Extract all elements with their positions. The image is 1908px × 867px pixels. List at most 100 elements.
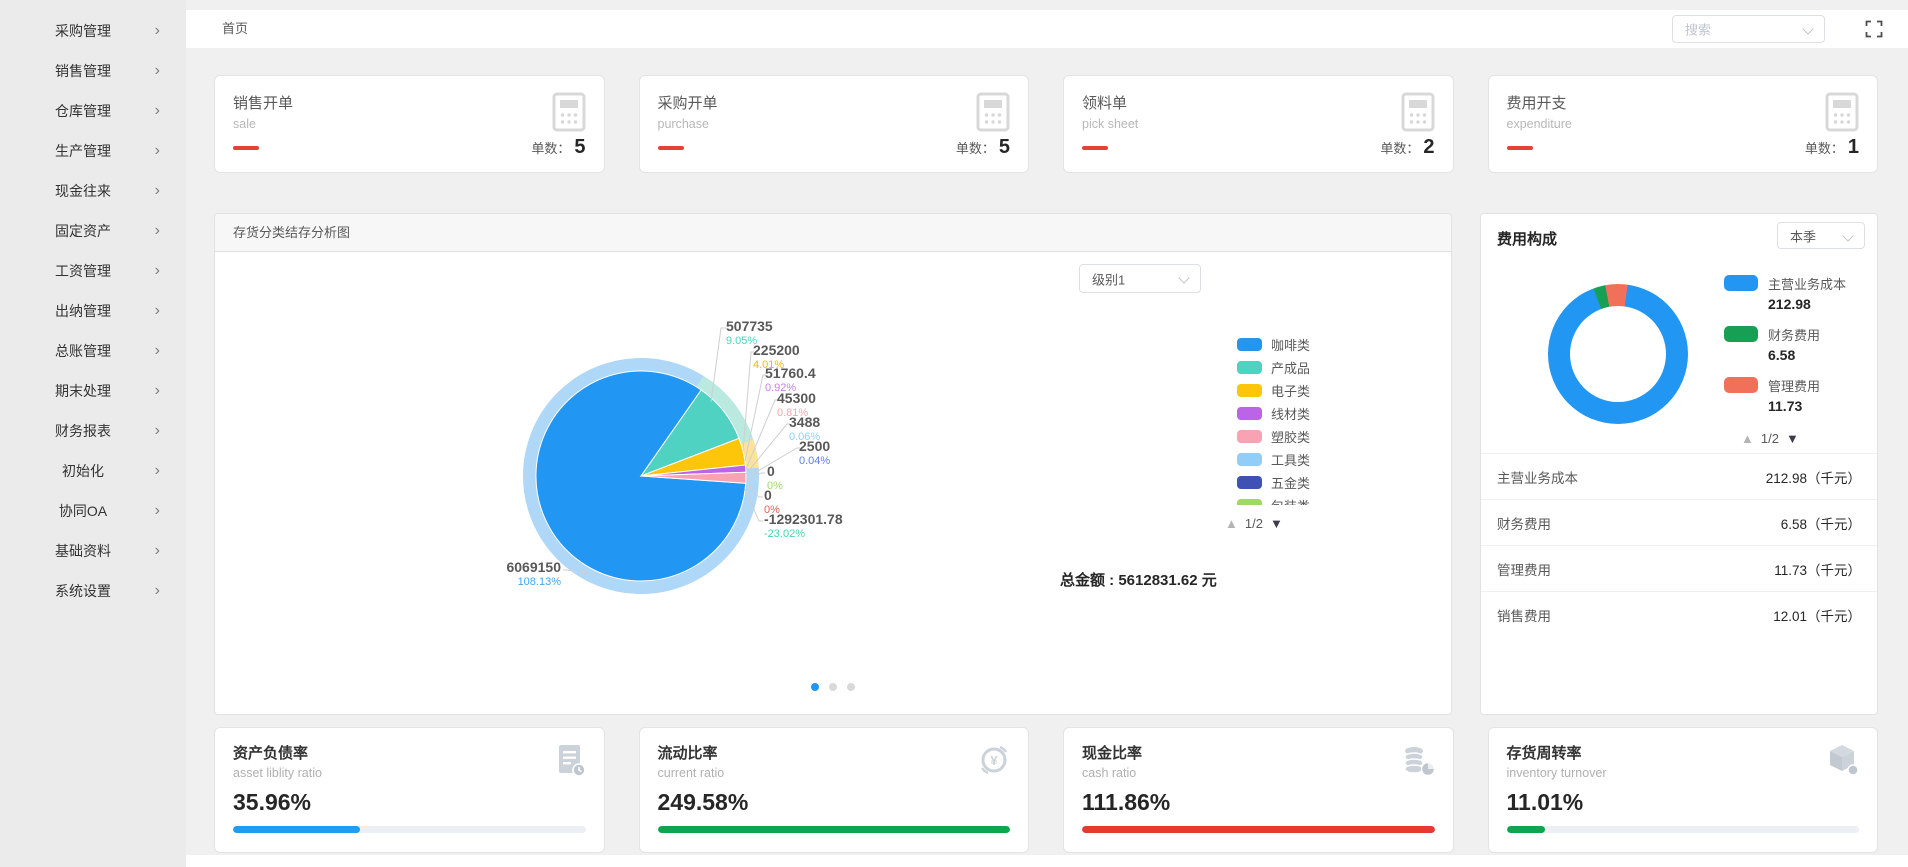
sidebar-item-sales-mgmt[interactable]: 销售管理› — [0, 51, 186, 91]
doc-count: 5 — [574, 136, 585, 159]
panel-title: 费用构成 — [1497, 228, 1557, 249]
legend-item-electronics[interactable]: 电子类 — [1237, 379, 1310, 402]
legend-pager: ▲ 1/2 ▼ — [1225, 516, 1283, 531]
period-select[interactable]: 本季 — [1777, 222, 1865, 249]
sidebar: 采购管理› 销售管理› 仓库管理› 生产管理› 现金往来› 固定资产› 工资管理… — [0, 0, 186, 867]
chevron-right-icon: › — [155, 103, 160, 119]
calculator-icon — [552, 92, 586, 137]
tab-home[interactable]: 首页 — [222, 10, 248, 48]
carousel-dot-active[interactable] — [811, 683, 819, 691]
stat-card-sale[interactable]: 销售开单 sale 单数：5 — [214, 75, 605, 173]
stat-card-expenditure[interactable]: 费用开支 expenditure 单数：1 — [1488, 75, 1879, 173]
accent-dash — [1507, 146, 1533, 150]
page-down-icon[interactable]: ▼ — [1786, 432, 1799, 445]
expense-row-sales[interactable]: 销售费用 12.01（千元） — [1481, 591, 1877, 637]
chevron-right-icon: › — [155, 463, 160, 479]
sidebar-item-purchase-mgmt[interactable]: 采购管理› — [0, 11, 186, 51]
search-placeholder: 搜索 — [1685, 20, 1711, 39]
legend-item-plastic[interactable]: 塑胶类 — [1237, 425, 1310, 448]
search-select[interactable]: 搜索 — [1672, 15, 1825, 43]
sidebar-item-cashier-mgmt[interactable]: 出纳管理› — [0, 291, 186, 331]
chevron-right-icon: › — [155, 223, 160, 239]
doc-count: 5 — [999, 136, 1010, 159]
pie-callout: 6069150108.13% — [473, 559, 561, 589]
donut-legend: 主营业务成本 212.98 财务费用 6.58 管理费用 11.73 — [1724, 274, 1846, 427]
chevron-down-icon — [1802, 23, 1813, 34]
legend-item-main-cost[interactable]: 主营业务成本 212.98 — [1724, 274, 1846, 312]
sidebar-item-fixed-assets[interactable]: 固定资产› — [0, 211, 186, 251]
page-up-icon[interactable]: ▲ — [1741, 432, 1754, 445]
report-document-icon — [552, 742, 588, 783]
chevron-right-icon: › — [155, 183, 160, 199]
chevron-right-icon: › — [155, 423, 160, 439]
legend-swatch — [1237, 338, 1262, 351]
chevron-right-icon: › — [155, 383, 160, 399]
sidebar-item-payroll-mgmt[interactable]: 工资管理› — [0, 251, 186, 291]
progress-track — [1507, 826, 1860, 833]
package-box-icon — [1825, 742, 1861, 783]
legend-pager: ▲ 1/2 ▼ — [1741, 431, 1799, 446]
sidebar-item-financial-reports[interactable]: 财务报表› — [0, 411, 186, 451]
expense-row-finance[interactable]: 财务费用 6.58（千元） — [1481, 499, 1877, 545]
sidebar-item-basic-data[interactable]: 基础资料› — [0, 531, 186, 571]
expense-row-admin[interactable]: 管理费用 11.73（千元） — [1481, 545, 1877, 591]
page-down-icon[interactable]: ▼ — [1270, 517, 1283, 530]
carousel-dots — [811, 683, 855, 691]
total-amount: 总金额 : 5612831.62 元 — [1060, 569, 1217, 590]
chevron-right-icon: › — [155, 23, 160, 39]
sidebar-item-collaborative-oa[interactable]: 协同OA› — [0, 491, 186, 531]
chevron-right-icon: › — [155, 503, 160, 519]
fullscreen-icon[interactable] — [1864, 19, 1884, 39]
stat-card-pick-sheet[interactable]: 领料单 pick sheet 单数：2 — [1063, 75, 1454, 173]
chevron-right-icon: › — [155, 63, 160, 79]
calculator-icon — [976, 92, 1010, 137]
legend-swatch — [1237, 407, 1262, 420]
page-up-icon[interactable]: ▲ — [1225, 517, 1238, 530]
legend-swatch — [1724, 275, 1758, 291]
legend-item-admin-expense[interactable]: 管理费用 11.73 — [1724, 376, 1846, 414]
stat-cards-row: 销售开单 sale 单数：5 采购开单 purchase 单数：5 领料单 — [214, 75, 1878, 173]
panel-title: 存货分类结存分析图 — [215, 214, 1451, 252]
kpi-card-current-ratio[interactable]: 流动比率 current ratio ¥ 249.58% — [639, 727, 1030, 853]
sidebar-item-initialization[interactable]: 初始化› — [0, 451, 186, 491]
doc-count: 2 — [1423, 136, 1434, 159]
legend-item-wire[interactable]: 线材类 — [1237, 402, 1310, 425]
legend-item-tools[interactable]: 工具类 — [1237, 448, 1310, 471]
sidebar-item-system-settings[interactable]: 系统设置› — [0, 571, 186, 611]
stat-card-purchase[interactable]: 采购开单 purchase 单数：5 — [639, 75, 1030, 173]
accent-dash — [233, 146, 259, 150]
sidebar-item-period-end[interactable]: 期末处理› — [0, 371, 186, 411]
legend-item-coffee[interactable]: 咖啡类 — [1237, 333, 1310, 356]
sidebar-item-warehouse-mgmt[interactable]: 仓库管理› — [0, 91, 186, 131]
legend-swatch — [1724, 326, 1758, 342]
carousel-dot[interactable] — [847, 683, 855, 691]
doc-count: 1 — [1848, 136, 1859, 159]
kpi-card-cash-ratio[interactable]: 现金比率 cash ratio 111.86% — [1063, 727, 1454, 853]
footer-strip — [186, 855, 1908, 867]
donut-chart[interactable] — [1548, 284, 1688, 424]
legend-item-finance-expense[interactable]: 财务费用 6.58 — [1724, 325, 1846, 363]
page-indicator: 1/2 — [1245, 516, 1263, 531]
kpi-card-inventory-turnover[interactable]: 存货周转率 inventory turnover 11.01% — [1488, 727, 1879, 853]
coin-stack-icon — [1401, 742, 1437, 783]
legend-item-packaging[interactable]: 包装类 — [1237, 494, 1310, 505]
carousel-dot[interactable] — [829, 683, 837, 691]
chevron-right-icon: › — [155, 543, 160, 559]
legend-item-finished[interactable]: 产成品 — [1237, 356, 1310, 379]
kpi-card-asset-liability[interactable]: 资产负债率 asset liblity ratio 35.96% — [214, 727, 605, 853]
legend-item-hardware[interactable]: 五金类 — [1237, 471, 1310, 494]
chevron-right-icon: › — [155, 143, 160, 159]
sidebar-item-general-ledger[interactable]: 总账管理› — [0, 331, 186, 371]
progress-track — [233, 826, 586, 833]
sidebar-item-cash-flow[interactable]: 现金往来› — [0, 171, 186, 211]
progress-fill — [233, 826, 360, 833]
expense-row-main-cost[interactable]: 主营业务成本 212.98（千元） — [1481, 453, 1877, 499]
main-content: 销售开单 sale 单数：5 采购开单 purchase 单数：5 领料单 — [186, 48, 1908, 855]
calculator-icon — [1825, 92, 1859, 137]
svg-text:¥: ¥ — [990, 753, 998, 768]
legend-swatch — [1237, 453, 1262, 466]
sidebar-item-production-mgmt[interactable]: 生产管理› — [0, 131, 186, 171]
page-indicator: 1/2 — [1761, 431, 1779, 446]
accent-dash — [658, 146, 684, 150]
progress-fill — [658, 826, 1011, 833]
